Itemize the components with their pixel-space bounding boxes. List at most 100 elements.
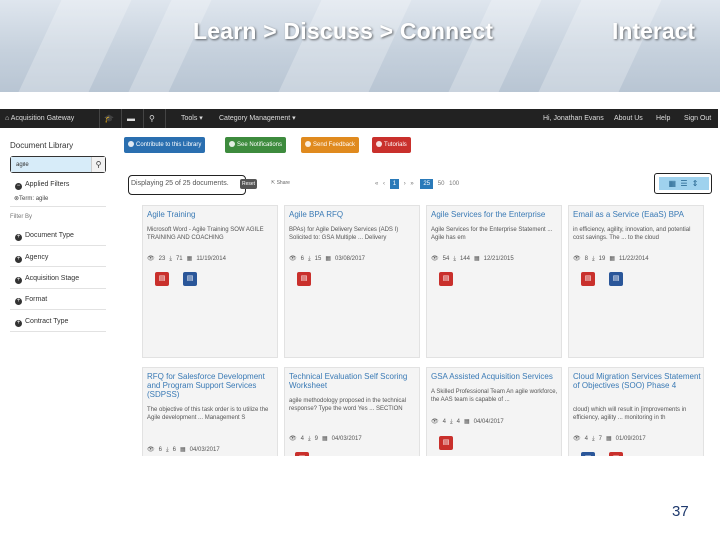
nav-brand[interactable]: ⌂ Acquisition Gateway [5, 109, 74, 128]
graduation-cap-icon[interactable]: 🎓 [104, 109, 114, 128]
eye-icon: 👁 [289, 256, 297, 262]
filter-label: Document Type [25, 232, 74, 239]
card-date: 11/22/2014 [618, 256, 649, 262]
card-title[interactable]: RFQ for Salesforce Development and Progr… [147, 372, 275, 399]
document-card[interactable]: Email as a Service (EaaS) BPA in efficie… [568, 205, 704, 358]
card-views: 4 [584, 436, 588, 442]
contribute-label: Contribute to this Library [136, 142, 202, 148]
card-title[interactable]: GSA Assisted Acquisition Services [431, 372, 559, 381]
applied-filters[interactable]: − Applied Filters [15, 181, 69, 190]
notifications-button[interactable]: See Notifications [225, 137, 287, 153]
card-title[interactable]: Email as a Service (EaaS) BPA [573, 210, 701, 219]
search-box: ⚲ [10, 156, 106, 173]
document-card[interactable]: RFQ for Salesforce Development and Progr… [142, 367, 278, 456]
card-description: A Skilled Professional Team An agile wor… [431, 389, 558, 403]
pdf-icon[interactable]: ▤ [297, 272, 311, 286]
download-icon: ⤓ [591, 256, 595, 262]
card-downloads: 19 [598, 256, 606, 262]
feedback-button[interactable]: Send Feedback [301, 137, 360, 153]
page-number: 37 [672, 503, 689, 520]
filter-label: Acquisition Stage [25, 275, 80, 282]
pdf-icon[interactable]: ▤ [609, 452, 623, 456]
minus-circle-icon: − [15, 183, 22, 190]
card-title[interactable]: Technical Evaluation Self Scoring Worksh… [289, 372, 417, 390]
filter-label: Contract Type [25, 318, 69, 325]
pager-last[interactable]: » [410, 181, 413, 187]
nav-about[interactable]: About Us [614, 109, 643, 128]
document-card[interactable]: Agile BPA RFQ BPAs) for Agile Delivery S… [284, 205, 420, 358]
pager-current[interactable]: 1 [389, 179, 400, 189]
pager-prev[interactable]: ‹ [383, 181, 385, 187]
download-icon: ⤓ [169, 256, 172, 262]
card-date: 04/03/2017 [189, 447, 220, 453]
document-card[interactable]: Agile Training Microsoft Word - Agile Tr… [142, 205, 278, 358]
download-icon: ⤓ [453, 256, 456, 262]
eye-icon: 👁 [573, 436, 581, 442]
nav-tools[interactable]: Tools ▾ [181, 109, 203, 128]
word-icon[interactable]: ▤ [183, 272, 197, 286]
download-icon: ⤓ [165, 447, 169, 453]
pdf-icon[interactable]: ▤ [155, 272, 169, 286]
card-description: cloud) which will result in [improvement… [573, 407, 687, 421]
card-description: Microsoft Word - Agile Training SOW AGIL… [147, 227, 264, 241]
page-size-50[interactable]: 50 [438, 181, 445, 187]
plus-circle-icon: + [15, 277, 22, 284]
nav-brand-label: Acquisition Gateway [10, 115, 75, 122]
card-description: in efficiency, agility, innovation, and … [573, 227, 691, 241]
filter-format[interactable]: + Format [15, 296, 47, 305]
word-icon[interactable]: ▤ [581, 452, 595, 456]
card-title[interactable]: Cloud Migration Services Statement of Ob… [573, 372, 701, 390]
card-description: agile methodology proposed in the techni… [289, 398, 407, 412]
feedback-label: Send Feedback [313, 142, 356, 148]
tutorials-button[interactable]: Tutorials [372, 137, 411, 153]
card-title[interactable]: Agile BPA RFQ [289, 210, 417, 219]
filter-by-label: Filter By [10, 214, 33, 220]
card-title[interactable]: Agile Training [147, 210, 275, 219]
page-size-100[interactable]: 100 [449, 181, 459, 187]
card-downloads: 6 [172, 447, 176, 453]
search-input[interactable] [11, 157, 91, 172]
reset-button[interactable]: Reset [240, 179, 258, 189]
filter-document-type[interactable]: + Document Type [15, 232, 74, 241]
filter-contract-type[interactable]: + Contract Type [15, 318, 68, 327]
search-icon[interactable]: ⚲ [149, 109, 155, 128]
folder-icon[interactable]: ▬ [127, 109, 135, 128]
card-meta: 👁 8 ⤓ 19 ▦ 11/22/2014 [573, 255, 653, 263]
document-card[interactable]: Technical Evaluation Self Scoring Worksh… [284, 367, 420, 456]
share-link[interactable]: ⇱ Share [271, 180, 290, 186]
pdf-icon[interactable]: ▤ [439, 272, 453, 286]
nav-user[interactable]: Hi, Jonathan Evans [543, 109, 604, 128]
term-filter[interactable]: ⊗Term: agile [14, 195, 48, 202]
view-toggle[interactable]: ▦ ☰ ⇕ [654, 173, 712, 194]
plus-circle-icon: + [15, 320, 22, 327]
pager-first[interactable]: « [375, 181, 378, 187]
calendar-icon: ▦ [463, 419, 470, 425]
card-views: 54 [442, 256, 450, 262]
document-card[interactable]: GSA Assisted Acquisition Services A Skil… [426, 367, 562, 456]
search-button[interactable]: ⚲ [91, 157, 105, 172]
nav-signout[interactable]: Sign Out [684, 109, 711, 128]
filter-acquisition-stage[interactable]: + Acquisition Stage [15, 275, 79, 284]
document-card[interactable]: Agile Services for the Enterprise Agile … [426, 205, 562, 358]
card-title[interactable]: Agile Services for the Enterprise [431, 210, 559, 219]
word-icon[interactable]: ▤ [609, 272, 623, 286]
nav-category-management[interactable]: Category Management ▾ [219, 109, 296, 128]
filter-agency[interactable]: + Agency [15, 254, 48, 263]
card-meta: 👁 4 ⤓ 9 ▦ 04/03/2017 [289, 435, 366, 443]
page-size-25[interactable]: 25 [420, 179, 434, 189]
pdf-icon[interactable]: ▤ [439, 436, 453, 450]
card-views: 23 [158, 256, 166, 262]
nav-help[interactable]: Help [656, 109, 670, 128]
view-toggle-icons[interactable]: ▦ ☰ ⇕ [659, 177, 709, 190]
document-card[interactable]: Cloud Migration Services Statement of Ob… [568, 367, 704, 456]
eye-icon: 👁 [431, 419, 439, 425]
pdf-icon[interactable]: ▤ [581, 272, 595, 286]
contribute-button[interactable]: Contribute to this Library [124, 137, 206, 153]
card-downloads: 9 [314, 436, 318, 442]
plus-circle-icon: + [15, 298, 22, 305]
results-count: Displaying 25 of 25 documents. [131, 180, 229, 187]
banner-interact: Interact [612, 18, 696, 44]
pagination: « ‹ 1 › » 25 50 100 [375, 179, 462, 189]
pdf-icon[interactable]: ▤ [295, 452, 309, 456]
pager-next[interactable]: › [404, 181, 406, 187]
